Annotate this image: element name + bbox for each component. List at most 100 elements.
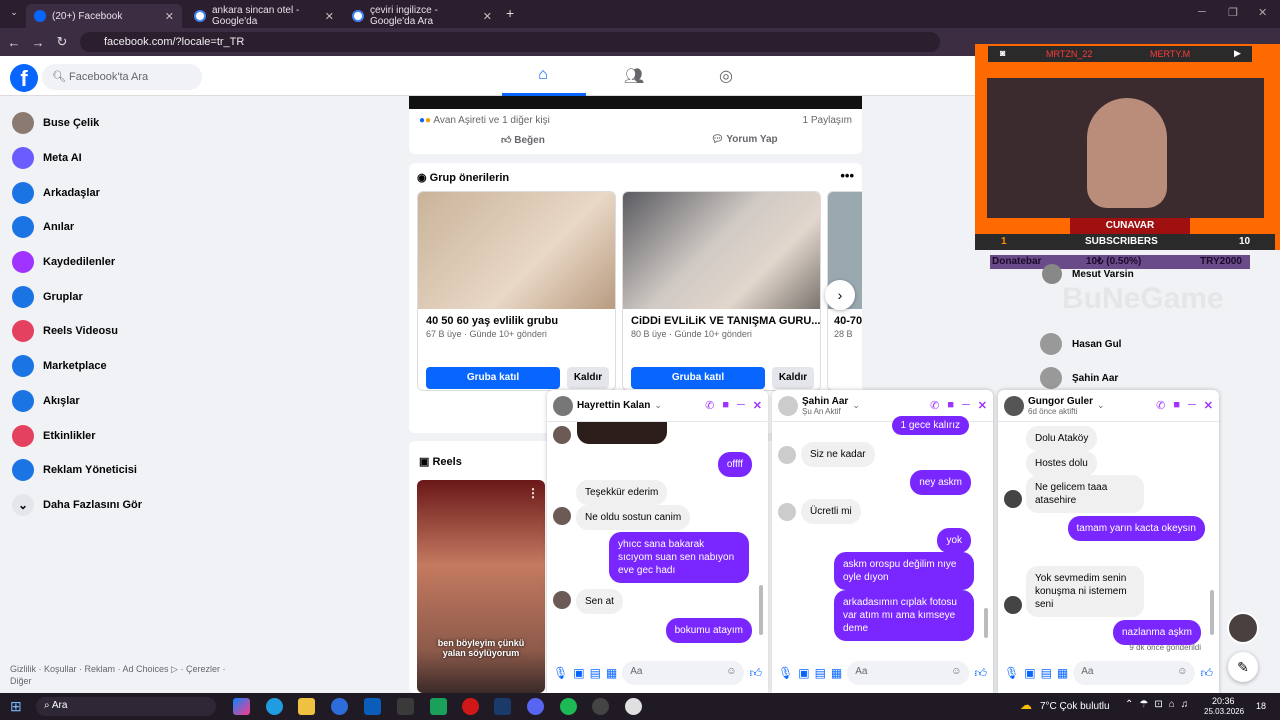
mic-icon[interactable]: 🎙︎: [1004, 666, 1019, 680]
close-tab-icon[interactable]: ✕: [165, 10, 174, 23]
sticker-icon[interactable]: ▤: [1041, 666, 1052, 680]
message-bubble[interactable]: offff: [717, 452, 752, 477]
gif-icon[interactable]: ▦: [831, 666, 842, 680]
forward-icon[interactable]: →: [26, 35, 50, 50]
message-bubble[interactable]: Hostes dolu: [1026, 451, 1097, 476]
obs-icon[interactable]: [592, 698, 609, 715]
home-icon[interactable]: ⌂: [523, 66, 563, 88]
group-name[interactable]: 40 50 60 yaş evlilik grubu: [418, 309, 615, 327]
tray-icons[interactable]: ⌃☂⊡⌂♫: [1125, 699, 1194, 710]
message-bubble[interactable]: arkadasımın cıplak fotosu var atım mı am…: [834, 590, 974, 641]
sidebar-item-chevron-down[interactable]: ⌄ Daha Fazlasını Gör: [0, 488, 260, 523]
windows-start-icon[interactable]: ⊞: [10, 698, 22, 715]
friends-nav-icon[interactable]: 👥︎: [614, 66, 654, 88]
discord-icon[interactable]: [527, 698, 544, 715]
message-bubble[interactable]: tamam yarın kacta okeysın: [1067, 516, 1205, 541]
footer-links[interactable]: Gizlilik · Koşullar · Reklam · Ad Choice…: [10, 663, 230, 687]
image-icon[interactable]: ▣: [798, 666, 809, 680]
groups-nav-icon[interactable]: ◎: [706, 66, 746, 88]
search-input[interactable]: 🔍︎ Facebook'ta Ara: [42, 64, 202, 90]
file-explorer-icon[interactable]: [298, 698, 315, 715]
new-message-icon[interactable]: ✎: [1228, 652, 1258, 682]
sidebar-item-memories[interactable]: Anılar: [0, 210, 260, 245]
tab-list-button[interactable]: ⌄: [2, 7, 26, 18]
steam-icon[interactable]: [494, 698, 511, 715]
gif-icon[interactable]: ▦: [1057, 666, 1068, 680]
like-button[interactable]: 👍︎ Beğen: [501, 134, 545, 146]
sidebar-item-events[interactable]: Etkinlikler: [0, 418, 260, 453]
chat-head-avatar[interactable]: [1227, 612, 1259, 644]
mic-icon[interactable]: 🎙︎: [553, 666, 568, 680]
message-bubble[interactable]: bokumu atayım: [665, 618, 752, 643]
clock-time[interactable]: 20:36: [1212, 696, 1235, 706]
message-bubble[interactable]: askm orospu değilim nıye oyle dıyon: [834, 552, 974, 590]
minimize-icon[interactable]: ─: [1198, 6, 1206, 18]
message-bubble[interactable]: Yok sevmedim senin konuşma ni istemem se…: [1026, 566, 1144, 617]
sidebar-item-avatar[interactable]: Buse Çelik: [0, 106, 260, 141]
minimize-chat-icon[interactable]: ─: [962, 399, 970, 412]
close-window-icon[interactable]: ✕: [1258, 6, 1267, 19]
app-icon[interactable]: [430, 698, 447, 715]
close-chat-icon[interactable]: ✕: [1204, 399, 1213, 412]
message-bubble[interactable]: yok: [937, 528, 971, 553]
outlook-icon[interactable]: [364, 698, 381, 715]
chat-scrollbar[interactable]: [984, 608, 988, 638]
chat-header[interactable]: Gungor Guler 6d önce aktifti ⌄ ✆ ■ ─ ✕: [998, 390, 1219, 422]
chrome-alt-icon[interactable]: [331, 698, 348, 715]
close-tab-icon[interactable]: ✕: [483, 10, 492, 23]
copilot-icon[interactable]: [233, 698, 250, 715]
sidebar-item-friends[interactable]: Arkadaşlar: [0, 175, 260, 210]
contact-item[interactable]: Şahin Aar: [1040, 367, 1180, 389]
tab-google-search[interactable]: ankara sincan otel - Google'da ✕: [186, 4, 342, 28]
phone-icon[interactable]: ✆: [930, 399, 939, 412]
url-field[interactable]: facebook.com/?locale=tr_TR: [80, 32, 940, 52]
group-name[interactable]: 40-70: [828, 309, 862, 327]
remove-group-button[interactable]: Kaldır: [567, 367, 609, 389]
message-bubble[interactable]: Sen at: [576, 589, 623, 614]
facebook-logo-icon[interactable]: f: [10, 64, 38, 92]
video-call-icon[interactable]: ■: [722, 399, 729, 412]
thumbs-up-icon[interactable]: 👍︎: [1200, 666, 1213, 681]
image-icon[interactable]: ▣: [1024, 666, 1035, 680]
post-reactions[interactable]: ●● Avan Aşireti ve 1 diğer kişi: [419, 115, 550, 126]
reel-more-icon[interactable]: ⋮: [527, 486, 539, 500]
join-group-button[interactable]: Gruba katıl: [631, 367, 765, 389]
reel-thumbnail[interactable]: ⋮ ben böyleyim çünkü yalan söylüyorum: [417, 480, 545, 693]
chat-contact-name[interactable]: Şahin Aar: [802, 396, 848, 407]
contact-item[interactable]: Mesut Varsin: [1042, 264, 1182, 284]
message-input[interactable]: Aa ☺: [847, 661, 970, 685]
group-name[interactable]: CiDDi EVLiLiK VE TANIŞMA GURU...: [623, 309, 820, 327]
message-bubble[interactable]: Dolu Ataköy: [1026, 426, 1098, 451]
contact-item[interactable]: Hasan Gul: [1040, 333, 1180, 355]
message-input[interactable]: Aa ☺: [622, 661, 745, 685]
emoji-icon[interactable]: ☺: [951, 666, 961, 680]
chevron-down-icon[interactable]: ⌄: [654, 400, 662, 411]
edge-icon[interactable]: [266, 698, 283, 715]
next-arrow-icon[interactable]: ›: [825, 280, 855, 310]
chat-scrollbar[interactable]: [1210, 590, 1214, 635]
store-icon[interactable]: [397, 698, 414, 715]
chat-contact-name[interactable]: Gungor Guler: [1028, 396, 1093, 407]
reload-icon[interactable]: ↻: [50, 34, 74, 50]
message-bubble[interactable]: Ücretli mi: [801, 499, 861, 524]
sidebar-item-ads-manager[interactable]: Reklam Yöneticisi: [0, 453, 260, 488]
message-bubble[interactable]: yhıcc sana bakarak sıcıyom suan sen nabı…: [609, 532, 749, 583]
remove-group-button[interactable]: Kaldır: [772, 367, 814, 389]
thumbs-up-icon[interactable]: 👍︎: [749, 666, 762, 681]
sidebar-item-reels[interactable]: Reels Videosu: [0, 314, 260, 349]
emoji-icon[interactable]: ☺: [1177, 666, 1187, 680]
opera-icon[interactable]: [462, 698, 479, 715]
sidebar-item-bookmark[interactable]: Kaydedilenler: [0, 245, 260, 280]
message-bubble[interactable]: ney askm: [910, 470, 971, 495]
minimize-chat-icon[interactable]: ─: [737, 399, 745, 412]
message-bubble[interactable]: Ne oldu sostun canim: [576, 505, 691, 530]
phone-icon[interactable]: ✆: [705, 399, 714, 412]
maximize-icon[interactable]: ❐: [1228, 6, 1238, 19]
chevron-down-icon[interactable]: ⌄: [852, 400, 860, 411]
video-call-icon[interactable]: ■: [947, 399, 954, 412]
message-bubble[interactable]: Teşekkür ederim: [576, 480, 668, 505]
close-chat-icon[interactable]: ✕: [978, 399, 987, 412]
minimize-chat-icon[interactable]: ─: [1188, 399, 1196, 412]
join-group-button[interactable]: Gruba katıl: [426, 367, 560, 389]
close-tab-icon[interactable]: ✕: [325, 10, 334, 23]
